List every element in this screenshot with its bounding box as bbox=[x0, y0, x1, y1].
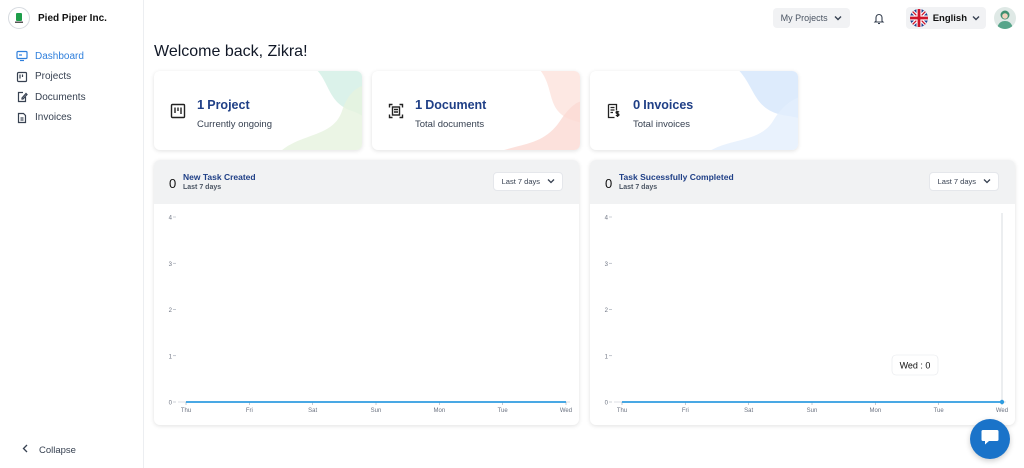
sidebar-item-label: Invoices bbox=[35, 112, 72, 124]
language-selector[interactable]: English bbox=[905, 7, 986, 29]
task-card-new: 0 New Task Created Last 7 days Last 7 da… bbox=[154, 160, 579, 425]
period-dropdown[interactable]: Last 7 days bbox=[928, 172, 999, 191]
uk-flag-icon bbox=[909, 9, 928, 27]
chevron-down-icon bbox=[972, 13, 980, 24]
task-count: 0 bbox=[169, 176, 177, 191]
task-title: New Task Created bbox=[183, 172, 256, 182]
card-decoration bbox=[504, 71, 580, 150]
y-tick-label: 0 bbox=[605, 401, 609, 407]
stat-count: 1 bbox=[197, 97, 205, 112]
task-card-completed: 0 Task Sucessfully Completed Last 7 days… bbox=[590, 160, 1015, 425]
document-scan-icon bbox=[388, 103, 404, 119]
x-tick-label: Wed bbox=[560, 408, 572, 414]
chevron-down-icon bbox=[983, 177, 991, 186]
topbar: My Projects English bbox=[772, 7, 1016, 29]
chart-tooltip: Wed : 0 bbox=[891, 354, 939, 376]
y-tick-label: 3 bbox=[605, 262, 609, 268]
x-tick-label: Mon bbox=[869, 408, 881, 414]
stat-card-projects[interactable]: 1 Project Currently ongoing bbox=[154, 71, 362, 150]
task-card-header: 0 New Task Created Last 7 days Last 7 da… bbox=[154, 160, 579, 204]
sidebar: Pied Piper Inc. Dashboard Projects Docum… bbox=[0, 0, 144, 468]
stat-card-invoices[interactable]: 0 Invoices Total invoices bbox=[590, 71, 798, 150]
tooltip-text: Wed : 0 bbox=[900, 361, 931, 371]
kanban-board-icon bbox=[170, 103, 186, 119]
y-tick-label: 1 bbox=[605, 354, 609, 360]
x-tick-label: Tue bbox=[934, 408, 945, 414]
chevron-down-icon bbox=[834, 13, 842, 23]
task-card-header: 0 Task Sucessfully Completed Last 7 days… bbox=[590, 160, 1015, 204]
invoice-icon bbox=[16, 112, 28, 124]
user-avatar[interactable] bbox=[994, 7, 1016, 29]
y-tick-label: 1 bbox=[169, 354, 173, 360]
monitor-icon bbox=[16, 50, 28, 62]
x-tick-label: Sun bbox=[807, 408, 818, 414]
chat-button[interactable] bbox=[970, 419, 1010, 459]
my-projects-label: My Projects bbox=[780, 13, 828, 23]
task-chart: 0 1 2 3 4 Thu Fri Sat Sun Mon Tue Wed bbox=[169, 216, 572, 415]
card-decoration bbox=[282, 71, 362, 150]
stat-label: Project bbox=[207, 98, 250, 112]
stat-label: Invoices bbox=[643, 98, 694, 112]
edit-doc-icon bbox=[16, 91, 28, 103]
sidebar-item-dashboard[interactable]: Dashboard bbox=[0, 46, 143, 67]
chat-bubble-icon bbox=[980, 428, 1000, 451]
period-dropdown-label: Last 7 days bbox=[501, 177, 540, 186]
page-title: Welcome back, Zikra! bbox=[154, 43, 308, 60]
x-tick-label: Mon bbox=[433, 408, 445, 414]
x-tick-label: Fri bbox=[682, 408, 689, 414]
brand[interactable]: Pied Piper Inc. bbox=[0, 0, 143, 36]
language-label: English bbox=[932, 12, 967, 24]
y-tick-label: 2 bbox=[169, 308, 173, 314]
task-period: Last 7 days bbox=[619, 184, 658, 191]
brand-name: Pied Piper Inc. bbox=[38, 12, 107, 24]
stat-card-documents[interactable]: 1 Document Total documents bbox=[372, 71, 580, 150]
y-tick-label: 0 bbox=[169, 401, 173, 407]
task-chart: 0 1 2 3 4 Thu Fri Sat Sun Mon Tue Wed Wed : 0 bbox=[605, 213, 1008, 414]
task-title: Task Sucessfully Completed bbox=[619, 172, 734, 182]
sidebar-item-invoices[interactable]: Invoices bbox=[0, 108, 143, 129]
y-tick-label: 4 bbox=[169, 216, 173, 222]
stat-count: 1 bbox=[415, 97, 423, 112]
hover-point bbox=[999, 399, 1005, 405]
sidebar-item-label: Projects bbox=[35, 71, 72, 83]
x-tick-label: Wed bbox=[996, 408, 1008, 414]
card-decoration bbox=[711, 71, 798, 150]
stat-subtitle: Currently ongoing bbox=[197, 119, 272, 130]
invoice-dollar-icon bbox=[606, 103, 622, 119]
sidebar-item-label: Documents bbox=[35, 91, 86, 103]
y-tick-label: 3 bbox=[169, 262, 173, 268]
sidebar-nav: Dashboard Projects Documents Invoices bbox=[0, 46, 143, 128]
sidebar-item-projects[interactable]: Projects bbox=[0, 67, 143, 88]
notification-bell-icon[interactable] bbox=[868, 7, 890, 29]
task-period: Last 7 days bbox=[183, 184, 222, 191]
x-tick-label: Tue bbox=[498, 408, 509, 414]
x-tick-label: Thu bbox=[617, 408, 627, 414]
my-projects-dropdown[interactable]: My Projects bbox=[772, 8, 850, 28]
period-dropdown-label: Last 7 days bbox=[937, 177, 976, 186]
task-count: 0 bbox=[605, 176, 613, 191]
stat-label: Document bbox=[425, 98, 487, 112]
y-tick-label: 2 bbox=[605, 308, 609, 314]
x-tick-label: Sun bbox=[371, 408, 382, 414]
brand-logo bbox=[8, 7, 30, 29]
y-tick-label: 4 bbox=[605, 216, 609, 222]
period-dropdown[interactable]: Last 7 days bbox=[492, 172, 563, 191]
chevron-left-icon bbox=[22, 444, 29, 456]
collapse-label: Collapse bbox=[39, 444, 76, 456]
x-tick-label: Sat bbox=[308, 408, 317, 414]
x-tick-label: Fri bbox=[246, 408, 253, 414]
x-tick-label: Sat bbox=[744, 408, 753, 414]
chevron-down-icon bbox=[547, 177, 555, 186]
kanban-icon bbox=[16, 71, 28, 83]
stat-subtitle: Total invoices bbox=[633, 119, 691, 130]
sidebar-item-label: Dashboard bbox=[35, 50, 84, 62]
stat-count: 0 bbox=[633, 97, 641, 112]
collapse-button[interactable]: Collapse bbox=[22, 444, 76, 456]
sidebar-item-documents[interactable]: Documents bbox=[0, 87, 143, 108]
x-tick-label: Thu bbox=[181, 408, 191, 414]
stat-subtitle: Total documents bbox=[415, 119, 485, 130]
